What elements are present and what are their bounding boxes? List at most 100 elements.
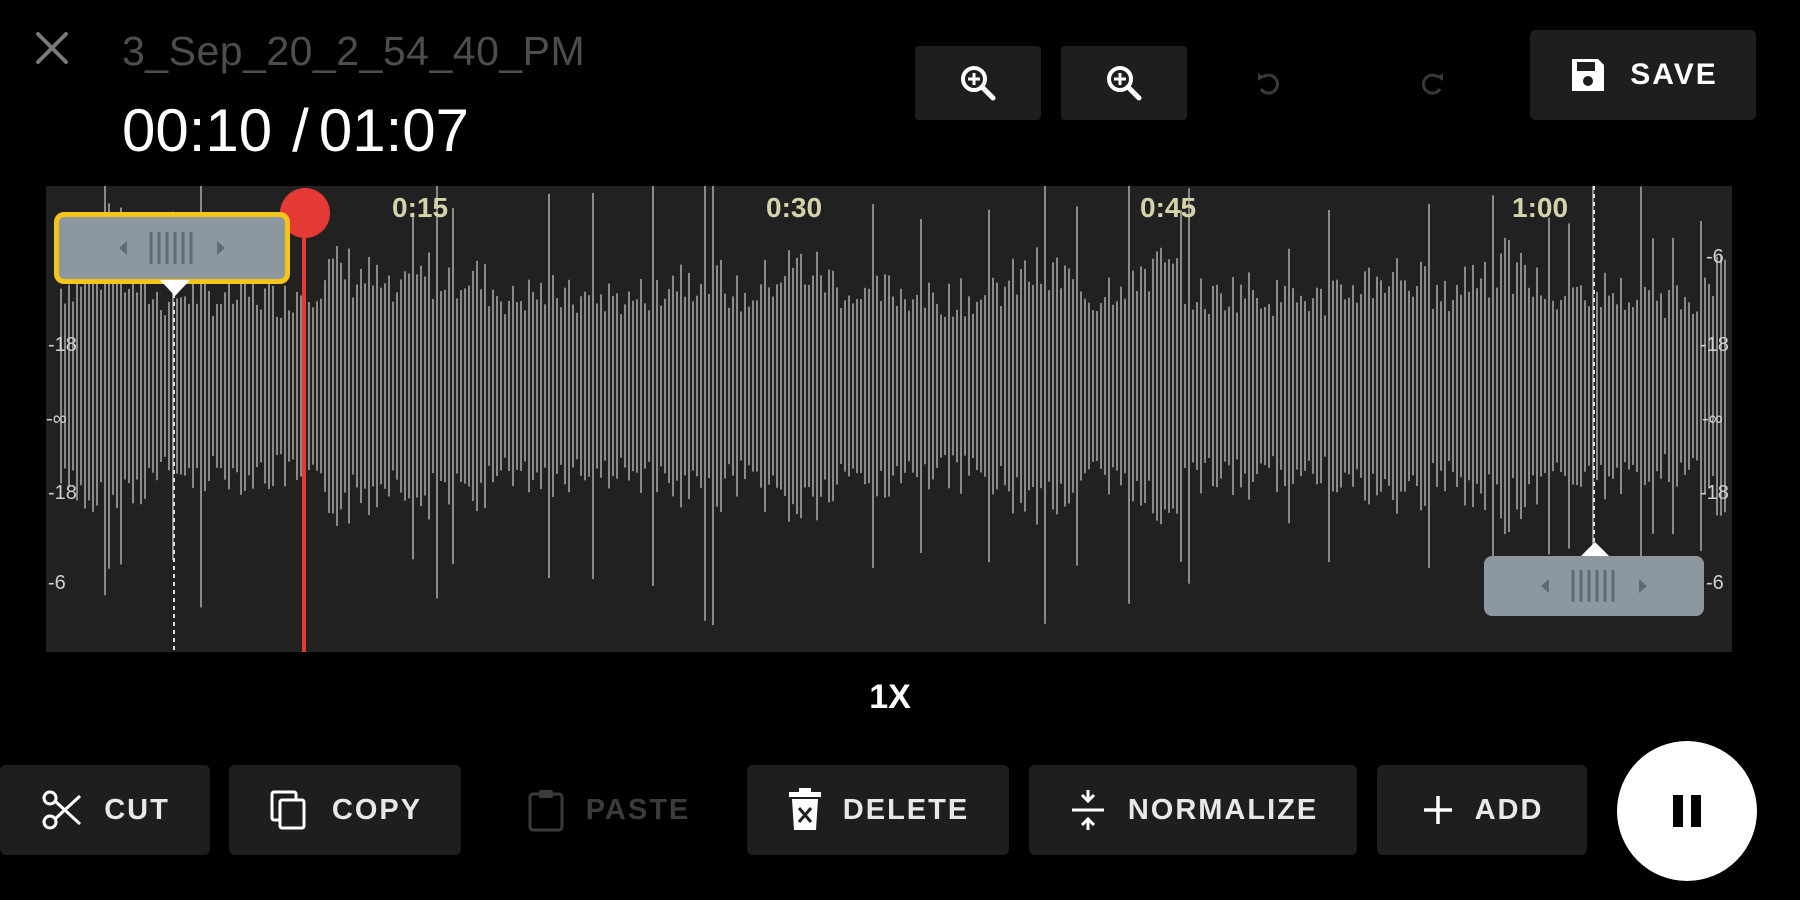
delete-button[interactable]: DELETE (747, 765, 1009, 855)
copy-button[interactable]: COPY (229, 765, 461, 855)
waveform-bar (772, 296, 774, 476)
redo-button[interactable] (1405, 56, 1461, 112)
waveform-bar (564, 287, 566, 485)
waveform-bar (520, 301, 522, 471)
waveform-bar (84, 263, 86, 509)
undo-button[interactable] (1240, 56, 1296, 112)
waveform-bar (296, 291, 298, 481)
normalize-button[interactable]: NORMALIZE (1029, 765, 1357, 855)
waveform-bar (776, 284, 778, 488)
waveform-bar (100, 289, 102, 483)
waveform-bar (1008, 280, 1010, 492)
paste-button[interactable]: PASTE (508, 765, 708, 855)
waveform-bar (1292, 288, 1294, 484)
waveform-bar (660, 305, 662, 467)
waveform-bar (308, 301, 310, 471)
waveform-bar (576, 312, 578, 460)
waveform-bar (536, 299, 538, 473)
waveform-bar (260, 309, 262, 463)
waveform-bar (780, 282, 782, 490)
waveform-bar (440, 291, 442, 481)
waveform-bar (544, 304, 546, 468)
waveform-bar (1484, 261, 1486, 511)
waveform-bar (944, 317, 946, 455)
waveform-bar (224, 292, 226, 480)
zoom-out-icon (1107, 66, 1142, 101)
waveform-bar (1444, 280, 1446, 492)
waveform-bar (156, 291, 158, 481)
waveform-bar (1356, 302, 1358, 470)
waveform-bar (748, 306, 750, 466)
waveform-bar (484, 264, 486, 508)
waveform-bar (932, 292, 934, 480)
add-label: ADD (1474, 793, 1544, 826)
waveform-bar (300, 295, 302, 477)
waveform-bar (500, 301, 502, 471)
db-label: -6 (1706, 246, 1724, 268)
waveform-bar (192, 283, 194, 489)
waveform-bar (1056, 257, 1058, 515)
waveform-bar (1696, 311, 1698, 461)
selection-start-handle[interactable] (54, 212, 290, 284)
waveform-bar (628, 291, 630, 481)
waveform-bar (488, 306, 490, 466)
waveform-bar (1388, 286, 1390, 486)
waveform-bar (268, 282, 270, 490)
waveform-bar (1288, 248, 1290, 524)
waveform-bar (352, 297, 354, 475)
waveform-bar (800, 253, 802, 519)
waveform-bar (1112, 304, 1114, 468)
waveform-bar (400, 279, 402, 493)
waveform-bar (1192, 309, 1194, 463)
zoom-in-button[interactable] (915, 46, 1041, 120)
time-tick: 1:00 (1512, 192, 1569, 223)
waveform-bar (1344, 299, 1346, 473)
waveform-bar (516, 302, 518, 470)
waveform-bar (1472, 264, 1474, 508)
zoom-out-button[interactable] (1061, 46, 1187, 120)
playback-speed[interactable]: 1X (850, 678, 930, 717)
waveform-bar (1468, 291, 1470, 481)
waveform-bar (316, 301, 318, 471)
waveform-bar (820, 275, 822, 497)
waveform-bar (1140, 266, 1142, 506)
waveform-bar (1308, 311, 1310, 461)
waveform-bar (1712, 296, 1714, 476)
waveform-bar (928, 282, 930, 490)
waveform-bar (1276, 279, 1278, 493)
db-label: -18 (1700, 334, 1729, 356)
waveform-bar (1664, 317, 1666, 455)
waveform-bar (152, 299, 154, 473)
waveform-bar (248, 296, 250, 476)
add-button[interactable]: ADD (1377, 765, 1587, 855)
waveform-bar (1556, 309, 1558, 463)
waveform-bar (272, 285, 274, 487)
waveform-bar (896, 305, 898, 467)
waveform-bar (1648, 290, 1650, 482)
waveform-bar (1348, 297, 1350, 475)
close-button[interactable] (28, 24, 76, 72)
waveform-bar (1720, 256, 1722, 516)
waveform-bar (980, 299, 982, 473)
pause-button[interactable] (1617, 741, 1757, 881)
waveform-bar (432, 298, 434, 474)
waveform-bar (92, 260, 94, 512)
waveform-bar (684, 296, 686, 476)
waveform-bar (1100, 303, 1102, 469)
waveform-bar (88, 271, 90, 501)
waveform-bar (76, 271, 78, 501)
waveform-bar (1600, 307, 1602, 465)
waveform-bar (716, 265, 718, 507)
waveform-bar (428, 252, 430, 520)
waveform-bar (372, 285, 374, 487)
selection-end-handle[interactable] (1484, 556, 1704, 616)
waveform-bar (1392, 272, 1394, 500)
waveform-panel[interactable] (46, 186, 1732, 652)
waveform-bar (624, 304, 626, 468)
waveform-bar (348, 248, 350, 524)
cut-button[interactable]: CUT (0, 765, 210, 855)
waveform-bar (68, 284, 70, 488)
save-button[interactable]: SAVE (1530, 30, 1756, 120)
waveform-bar (1724, 259, 1726, 513)
waveform-bar (388, 275, 390, 497)
